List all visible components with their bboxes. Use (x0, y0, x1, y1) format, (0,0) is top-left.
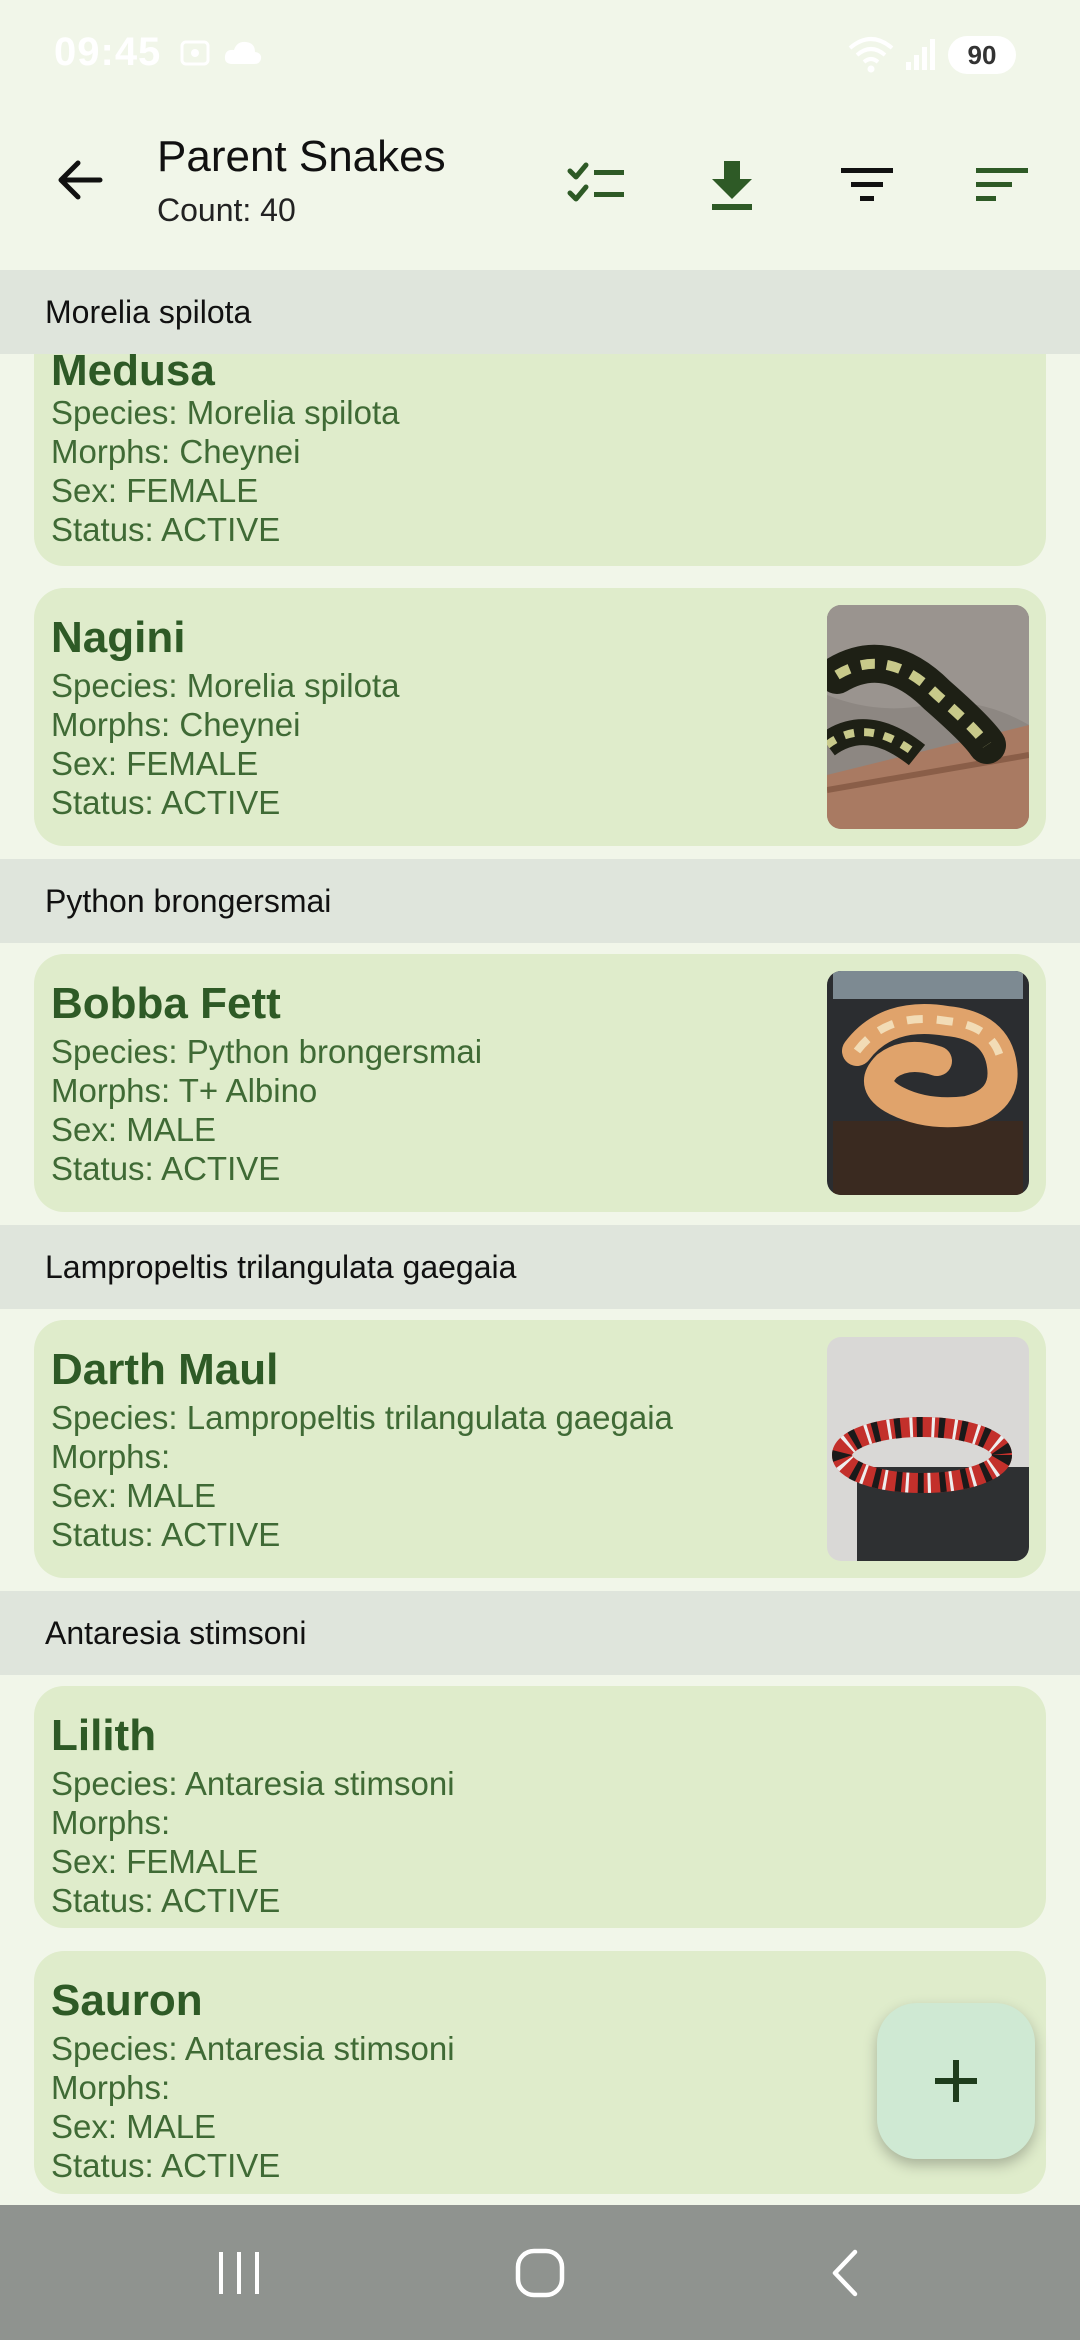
recent-apps-button[interactable] (194, 2233, 284, 2313)
snake-sex: Sex: FEMALE (51, 745, 259, 782)
sort-icon (976, 168, 1028, 201)
snake-photo[interactable] (827, 1337, 1029, 1561)
count-label: Count: 40 (157, 192, 296, 228)
snake-morphs: Morphs: Cheynei (51, 706, 301, 743)
snake-sex: Sex: FEMALE (51, 472, 259, 509)
snake-status: Status: ACTIVE (51, 2147, 281, 2184)
snake-card-medusa[interactable]: Medusa Species: Morelia spilota Morphs: … (34, 354, 1046, 566)
snake-morphs: Morphs: (51, 1438, 171, 1475)
page-title: Parent Snakes (157, 132, 446, 181)
section-header: Python brongersmai (0, 859, 1080, 943)
screenshot-icon (178, 36, 212, 75)
filter-icon (841, 168, 893, 201)
download-button[interactable] (692, 145, 772, 225)
snake-photo[interactable] (827, 971, 1029, 1195)
snake-sex: Sex: MALE (51, 2108, 217, 2145)
snake-species: Species: Antaresia stimsoni (51, 2030, 455, 2067)
snake-species: Species: Morelia spilota (51, 394, 400, 431)
snake-sex: Sex: MALE (51, 1477, 217, 1514)
sort-button[interactable] (962, 145, 1042, 225)
snake-sex: Sex: FEMALE (51, 1843, 259, 1880)
wifi-icon (848, 36, 894, 79)
snake-status: Status: ACTIVE (51, 511, 281, 548)
snake-status: Status: ACTIVE (51, 1150, 281, 1187)
add-snake-button[interactable] (877, 2003, 1035, 2159)
app-bar: Parent Snakes Count: 40 (0, 110, 1080, 270)
snake-morphs: Morphs: (51, 1804, 171, 1841)
snake-status: Status: ACTIVE (51, 784, 281, 821)
back-button[interactable] (40, 140, 120, 220)
section-header: Antaresia stimsoni (0, 1591, 1080, 1675)
snake-sex: Sex: MALE (51, 1111, 217, 1148)
home-icon (515, 2248, 565, 2298)
snake-status: Status: ACTIVE (51, 1882, 281, 1919)
section-header: Lampropeltis trilangulata gaegaia (0, 1225, 1080, 1309)
snake-species: Species: Morelia spilota (51, 667, 400, 704)
recent-apps-icon (219, 2252, 259, 2294)
snake-name: Medusa (51, 354, 215, 395)
section-header: Morelia spilota (0, 270, 1080, 354)
cloud-icon (222, 36, 264, 75)
status-bar: 09:45 90 (0, 0, 1080, 110)
plus-icon (935, 2060, 977, 2102)
status-time: 09:45 (54, 30, 162, 74)
snake-card-darth-maul[interactable]: Darth Maul Species: Lampropeltis trilang… (34, 1320, 1046, 1578)
snake-morphs: Morphs: Cheynei (51, 433, 301, 470)
arrow-back-icon (58, 160, 103, 200)
home-button[interactable] (495, 2233, 585, 2313)
snake-morphs: Morphs: T+ Albino (51, 1072, 318, 1109)
snake-name: Lilith (51, 1711, 157, 1760)
snake-card-lilith[interactable]: Lilith Species: Antaresia stimsoni Morph… (34, 1686, 1046, 1928)
snake-name: Nagini (51, 613, 186, 662)
system-nav-bar (0, 2205, 1080, 2340)
snake-morphs: Morphs: (51, 2069, 171, 2106)
snake-species: Species: Python brongersmai (51, 1033, 483, 1070)
snake-name: Darth Maul (51, 1345, 279, 1394)
snake-species: Species: Antaresia stimsoni (51, 1765, 455, 1802)
snake-name: Bobba Fett (51, 979, 281, 1028)
select-all-button[interactable] (557, 145, 637, 225)
battery-indicator: 90 (948, 36, 1016, 74)
snake-name: Sauron (51, 1976, 203, 2025)
snake-species: Species: Lampropeltis trilangulata gaega… (51, 1399, 673, 1436)
select-all-icon (567, 162, 624, 202)
filter-button[interactable] (827, 145, 907, 225)
snake-status: Status: ACTIVE (51, 1516, 281, 1553)
back-nav-icon (832, 2249, 858, 2297)
snake-card-nagini[interactable]: Nagini Species: Morelia spilota Morphs: … (34, 588, 1046, 846)
snake-card-bobba-fett[interactable]: Bobba Fett Species: Python brongersmai M… (34, 954, 1046, 1212)
signal-icon (904, 36, 938, 77)
download-icon (712, 161, 752, 210)
back-nav-button[interactable] (800, 2233, 890, 2313)
snake-photo[interactable] (827, 605, 1029, 829)
